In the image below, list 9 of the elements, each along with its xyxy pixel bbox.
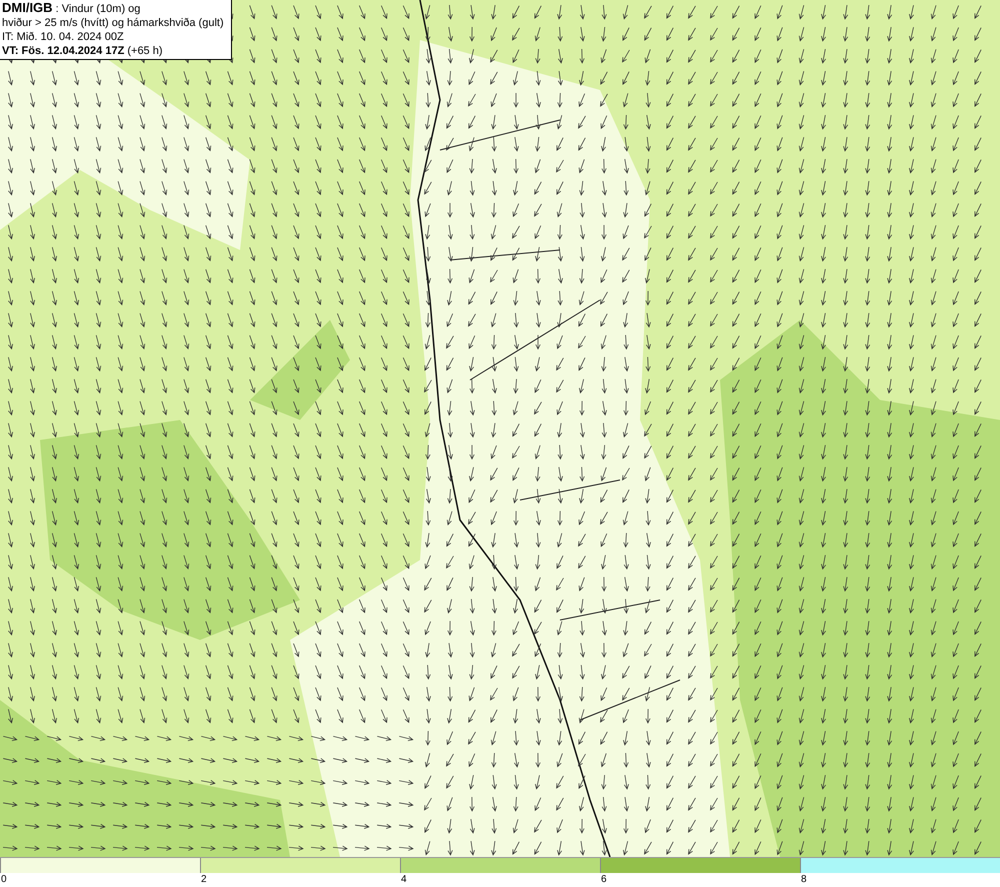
info-text: DMI/IGB : Vindur (10m) og xyxy=(2,1,142,16)
scale-label: 0 xyxy=(0,873,7,886)
scale-label: 8 xyxy=(800,873,807,886)
info-text: VT: Fös. 12.04.2024 17Z (+65 h) xyxy=(2,44,164,58)
info-text: hviður > 25 m/s (hvítt) og hámarkshviða (gult) xyxy=(2,16,225,30)
info-text: IT: Mið. 10. 04. 2024 00Z xyxy=(2,30,125,44)
scale-label: 4 xyxy=(400,873,407,886)
scale-label: 6 xyxy=(600,873,607,886)
scale-label: 2 xyxy=(200,873,207,886)
